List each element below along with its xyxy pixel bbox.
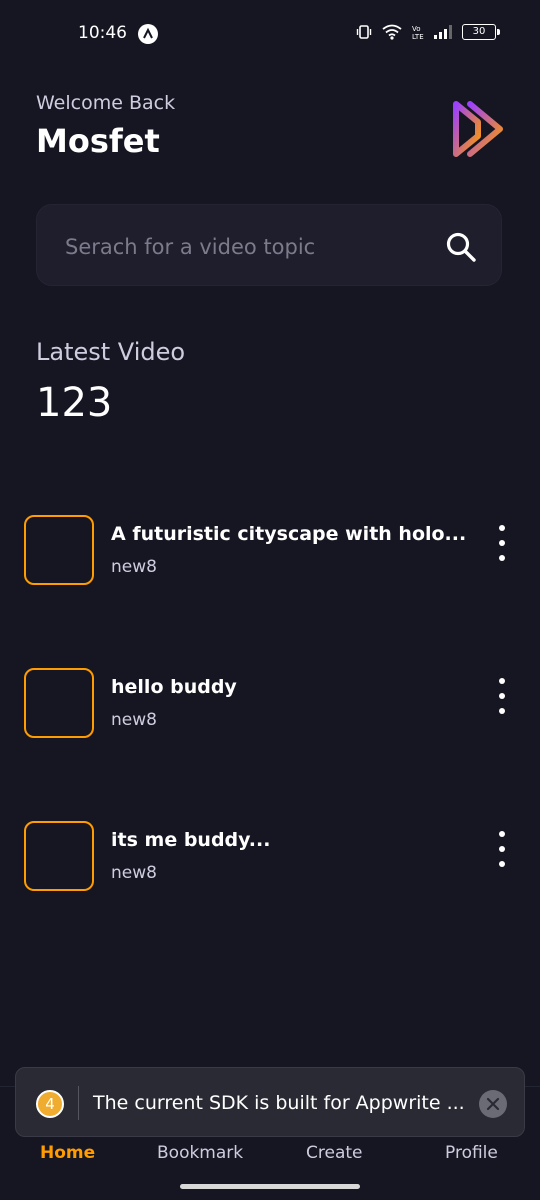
wifi-icon [382, 24, 402, 40]
status-bar: 10:46 Vo LTE 30 [0, 0, 540, 68]
status-icons: Vo LTE 30 [356, 24, 500, 40]
more-options-icon[interactable] [492, 525, 512, 561]
more-options-icon[interactable] [492, 831, 512, 867]
latest-video-count: 123 [36, 380, 113, 426]
home-indicator[interactable] [180, 1184, 360, 1189]
svg-text:Vo: Vo [412, 25, 421, 33]
signal-icon [434, 25, 452, 39]
video-author: new8 [111, 557, 157, 577]
video-thumbnail[interactable] [24, 668, 94, 738]
vibrate-icon [356, 25, 372, 39]
tab-create[interactable]: Create [306, 1143, 363, 1163]
video-thumbnail[interactable] [24, 821, 94, 891]
video-author: new8 [111, 863, 157, 883]
sdk-warning-toast[interactable]: 4 The current SDK is built for Appwrite … [15, 1067, 525, 1137]
app-logo-icon [453, 101, 503, 157]
svg-text:LTE: LTE [412, 33, 424, 40]
video-thumbnail[interactable] [24, 515, 94, 585]
tab-bookmark[interactable]: Bookmark [157, 1143, 243, 1163]
more-options-icon[interactable] [492, 678, 512, 714]
username: Mosfet [36, 122, 160, 160]
video-title: hello buddy [111, 676, 237, 698]
volte-icon: VoLTE [412, 25, 424, 40]
toast-count-badge: 4 [36, 1090, 64, 1118]
toast-message: The current SDK is built for Appwrite ..… [93, 1092, 465, 1114]
app-notification-icon [138, 24, 158, 44]
tab-profile[interactable]: Profile [445, 1143, 498, 1163]
search-input[interactable] [63, 205, 427, 289]
video-item[interactable]: A futuristic cityscape with holo... new8 [24, 515, 520, 585]
video-title: its me buddy... [111, 829, 271, 851]
search-icon[interactable] [445, 231, 477, 263]
battery-icon: 30 [462, 24, 500, 40]
close-icon[interactable] [479, 1090, 507, 1118]
latest-video-label: Latest Video [36, 338, 186, 366]
search-bar [36, 204, 502, 289]
status-time: 10:46 [78, 23, 127, 43]
tab-home[interactable]: Home [40, 1143, 95, 1163]
welcome-text: Welcome Back [36, 92, 176, 114]
video-item[interactable]: hello buddy new8 [24, 668, 520, 738]
video-title: A futuristic cityscape with holo... [111, 523, 467, 545]
toast-divider [78, 1086, 79, 1120]
video-author: new8 [111, 710, 157, 730]
video-item[interactable]: its me buddy... new8 [24, 821, 520, 891]
